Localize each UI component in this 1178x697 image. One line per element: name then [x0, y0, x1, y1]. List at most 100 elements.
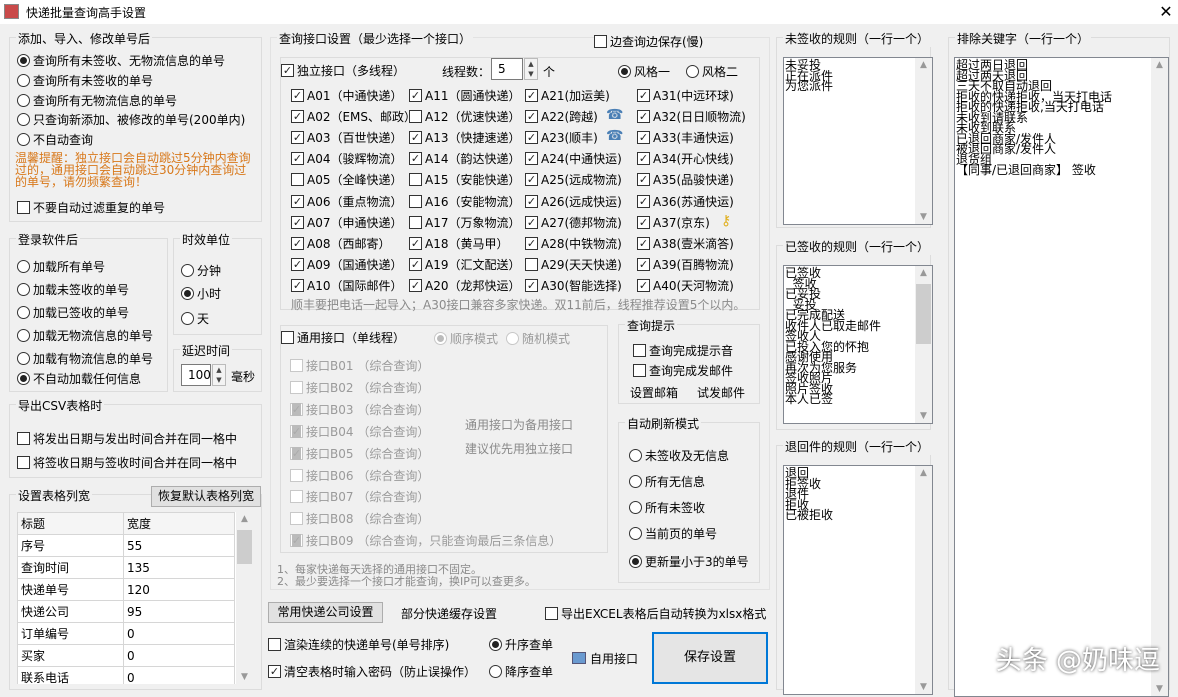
api-checkbox-a33[interactable]: A33(丰通快运): [637, 129, 734, 146]
refresh-mode-radio[interactable]: 所有无信息: [629, 473, 705, 490]
cache-settings-link[interactable]: 部分快递缓存设置: [401, 605, 497, 622]
api-checkbox-a17[interactable]: A17（万象物流）: [409, 214, 520, 231]
api-checkbox-a19[interactable]: A19（汇文配送）: [409, 256, 520, 273]
api-checkbox-a22[interactable]: A22(跨越): [525, 108, 598, 125]
api-checkbox-a09[interactable]: A09（国通快递）: [291, 256, 402, 273]
return-rules-textarea[interactable]: 退回拒签收退件拒收已被拒收▲▼: [783, 465, 933, 695]
save-while-query-checkbox[interactable]: 边查询边保存(慢): [594, 33, 703, 50]
api-checkbox-a35[interactable]: A35(品骏快递): [637, 171, 734, 188]
notify-sound-checkbox[interactable]: 查询完成提示音: [633, 342, 733, 359]
common-courier-button[interactable]: 常用快递公司设置: [268, 602, 383, 623]
after-add-radio[interactable]: 查询所有无物流信息的单号: [17, 92, 177, 109]
threads-input[interactable]: 5: [491, 58, 523, 80]
api-checkbox-a07[interactable]: A07（申通快递）: [291, 214, 402, 231]
api-checkbox-a34[interactable]: A34(开心快线): [637, 150, 734, 167]
after-add-radio[interactable]: 查询所有未签收的单号: [17, 72, 153, 89]
after-add-radio[interactable]: 只查询新添加、被修改的单号(200单内): [17, 111, 245, 128]
generic-api-checkbox[interactable]: 接口B01 （综合查询）: [290, 357, 429, 374]
api-checkbox-a02[interactable]: A02（EMS、邮政）: [291, 108, 416, 125]
generic-api-checkbox[interactable]: 接口B07 （综合查询）: [290, 488, 429, 505]
api-checkbox-a20[interactable]: A20（龙邦快运）: [409, 277, 520, 294]
generic-api-checkbox[interactable]: 接口B05 （综合查询）: [290, 445, 429, 462]
width-cell[interactable]: 120: [124, 579, 235, 601]
api-checkbox-a36[interactable]: A36(苏通快运): [637, 193, 734, 210]
random-mode-radio[interactable]: 随机模式: [506, 330, 570, 347]
api-checkbox-a28[interactable]: A28(中铁物流): [525, 235, 622, 252]
api-checkbox-a14[interactable]: A14（韵达快递）: [409, 150, 520, 167]
csv-merge-checkbox[interactable]: 将签收日期与签收时间合并在同一格中: [17, 454, 237, 471]
descending-radio[interactable]: 降序查单: [489, 663, 553, 680]
test-mail-link[interactable]: 试发邮件: [697, 384, 745, 401]
unsigned-rules-textarea[interactable]: 未妥投正在派件为您派件▲▼: [783, 57, 933, 225]
time-unit-radio[interactable]: 分钟: [181, 262, 221, 279]
api-checkbox-a32[interactable]: A32(日日顺物流): [637, 108, 746, 125]
clear-password-checkbox[interactable]: 清空表格时输入密码（防止误操作）: [268, 663, 476, 680]
sequential-mode-radio[interactable]: 顺序模式: [434, 330, 498, 347]
after-add-radio[interactable]: 不自动查询: [17, 131, 93, 148]
no-filter-checkbox[interactable]: 不要自动过滤重复的单号: [17, 199, 165, 216]
api-checkbox-a23[interactable]: A23(顺丰): [525, 129, 598, 146]
login-load-radio[interactable]: 加载所有单号: [17, 258, 105, 275]
api-checkbox-a25[interactable]: A25(远成物流): [525, 171, 622, 188]
save-settings-button[interactable]: 保存设置: [652, 632, 768, 684]
table-row[interactable]: 快递公司95: [18, 601, 235, 623]
width-cell[interactable]: 0: [124, 667, 235, 685]
api-checkbox-a38[interactable]: A38(壹米滴答): [637, 235, 734, 252]
api-checkbox-a03[interactable]: A03（百世快递）: [291, 129, 402, 146]
generic-api-checkbox[interactable]: 接口B04 （综合查询）: [290, 423, 429, 440]
csv-merge-checkbox[interactable]: 将发出日期与发出时间合并在同一格中: [17, 430, 237, 447]
api-checkbox-a05[interactable]: A05（全峰快递）: [291, 171, 402, 188]
login-load-radio[interactable]: 加载已签收的单号: [17, 304, 129, 321]
table-row[interactable]: 买家0: [18, 645, 235, 667]
table-row[interactable]: 联系电话0: [18, 667, 235, 685]
api-checkbox-a27[interactable]: A27(德邦物流): [525, 214, 622, 231]
api-checkbox-a21[interactable]: A21(加运美): [525, 87, 610, 104]
time-unit-radio[interactable]: 天: [181, 310, 209, 327]
generic-api-checkbox[interactable]: 接口B03 （综合查询）: [290, 401, 429, 418]
login-load-radio[interactable]: 加载无物流信息的单号: [17, 327, 153, 344]
set-mailbox-link[interactable]: 设置邮箱: [630, 384, 678, 401]
api-checkbox-a24[interactable]: A24(中通快运): [525, 150, 622, 167]
width-cell[interactable]: 55: [124, 535, 235, 557]
login-load-radio[interactable]: 不自动加载任何信息: [17, 370, 141, 387]
reset-colwidth-button[interactable]: 恢复默认表格列宽: [151, 486, 261, 507]
time-unit-radio[interactable]: 小时: [181, 285, 221, 302]
scrollbar[interactable]: ▲▼: [236, 512, 253, 684]
api-checkbox-a04[interactable]: A04（骏辉物流）: [291, 150, 402, 167]
generic-checkbox[interactable]: 通用接口（单线程）: [281, 329, 405, 346]
scrollbar[interactable]: ▲▼: [1151, 58, 1168, 696]
api-checkbox-a13[interactable]: A13（快捷速递）: [409, 129, 520, 146]
api-checkbox-a29[interactable]: A29(天天快递): [525, 256, 622, 273]
delay-spinner[interactable]: ▲▼: [212, 364, 226, 386]
api-checkbox-a16[interactable]: A16（安能物流）: [409, 193, 520, 210]
api-checkbox-a12[interactable]: A12（优速快递）: [409, 108, 520, 125]
width-cell[interactable]: 135: [124, 557, 235, 579]
exclude-keywords-textarea[interactable]: 超过两日退回超过两天退回三天不取自动退回拒收的快递拒收，当天打电话拒收的快递拒收…: [954, 57, 1169, 697]
generic-api-checkbox[interactable]: 接口B08 （综合查询）: [290, 510, 429, 527]
generic-api-checkbox[interactable]: 接口B06 （综合查询）: [290, 467, 429, 484]
api-checkbox-a15[interactable]: A15（安能快递）: [409, 171, 520, 188]
api-checkbox-a26[interactable]: A26(远成快运): [525, 193, 622, 210]
signed-rules-textarea[interactable]: 已签收 签收已妥投 妥投已完成配送收件人已取走邮件签收人已投入您的怀抱感谢使用再…: [783, 265, 933, 424]
table-row[interactable]: 快递单号120: [18, 579, 235, 601]
scrollbar[interactable]: ▲▼: [915, 466, 932, 694]
export-xlsx-checkbox[interactable]: 导出EXCEL表格后自动转换为xlsx格式: [545, 605, 766, 622]
render-sequential-checkbox[interactable]: 渲染连续的快递单号(单号排序): [268, 636, 449, 653]
independent-checkbox[interactable]: 独立接口（多线程）: [281, 62, 405, 79]
ascending-radio[interactable]: 升序查单: [489, 636, 553, 653]
api-checkbox-a10[interactable]: A10（国际邮件）: [291, 277, 402, 294]
refresh-mode-radio[interactable]: 所有未签收: [629, 499, 705, 516]
refresh-mode-radio[interactable]: 未签收及无信息: [629, 447, 729, 464]
generic-api-checkbox[interactable]: 接口B09 （综合查询，只能查询最后三条信息）: [290, 532, 561, 549]
api-checkbox-a18[interactable]: A18（黄马甲）: [409, 235, 508, 252]
style2-radio[interactable]: 风格二: [686, 63, 738, 80]
after-add-radio[interactable]: 查询所有未签收、无物流信息的单号: [17, 52, 225, 69]
api-checkbox-a30[interactable]: A30(智能选择): [525, 277, 622, 294]
width-cell[interactable]: 0: [124, 623, 235, 645]
api-checkbox-a40[interactable]: A40(天河物流): [637, 277, 734, 294]
login-load-radio[interactable]: 加载有物流信息的单号: [17, 350, 153, 367]
style1-radio[interactable]: 风格一: [618, 63, 670, 80]
api-checkbox-a31[interactable]: A31(中远环球): [637, 87, 734, 104]
api-checkbox-a39[interactable]: A39(百腾物流): [637, 256, 734, 273]
delay-input[interactable]: 100: [181, 364, 211, 386]
